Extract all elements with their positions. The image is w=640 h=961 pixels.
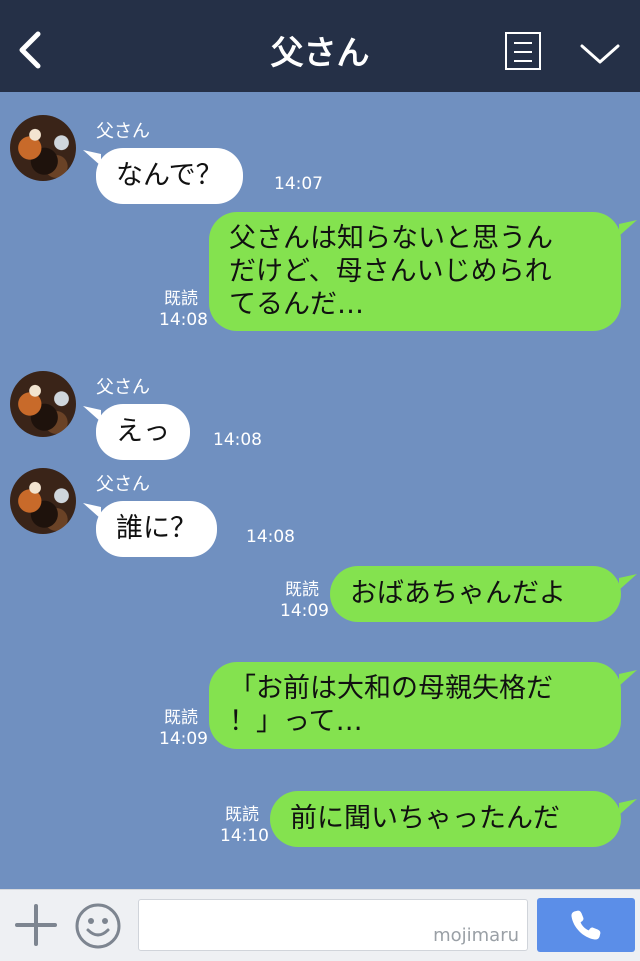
message-line: 「お前は大和の母親失格だ <box>229 673 553 704</box>
avatar[interactable] <box>10 468 76 534</box>
message-line: 前に聞いちゃったんだ <box>290 803 560 834</box>
chat-header: 父さん <box>0 0 640 92</box>
input-bar: mojimaru <box>0 889 640 961</box>
bubble-tail <box>619 574 637 590</box>
message-time: 14:07 <box>274 174 323 194</box>
message-time: 14:08 <box>246 527 295 547</box>
read-receipt: 既読 <box>164 708 198 728</box>
outgoing-message[interactable]: おばあちゃんだよ <box>330 566 621 622</box>
outgoing-message[interactable]: 父さんは知らないと思うん だけど、母さんいじめられ てるんだ… <box>209 212 621 331</box>
call-button[interactable] <box>537 898 635 952</box>
sender-name: 父さん <box>96 474 150 495</box>
menu-list-icon[interactable] <box>505 32 541 70</box>
incoming-message[interactable]: えっ <box>96 404 190 460</box>
message-line: てるんだ… <box>229 289 364 320</box>
read-receipt: 既読 <box>285 580 319 600</box>
outgoing-message[interactable]: 前に聞いちゃったんだ <box>270 791 621 847</box>
message-line: おばあちゃんだよ <box>350 578 566 609</box>
phone-icon <box>571 910 601 940</box>
message-time: 14:10 <box>220 826 269 846</box>
avatar[interactable] <box>10 115 76 181</box>
message-time: 14:08 <box>213 430 262 450</box>
message-line: ！」って… <box>229 706 363 737</box>
plus-icon[interactable] <box>14 903 58 947</box>
avatar[interactable] <box>10 371 76 437</box>
incoming-message[interactable]: 誰に？ <box>96 501 217 557</box>
message-time: 14:08 <box>159 310 208 330</box>
bubble-tail <box>619 670 637 686</box>
read-receipt: 既読 <box>164 289 198 309</box>
message-line: だけど、母さんいじめられ <box>229 256 552 287</box>
incoming-message[interactable]: なんで？ <box>96 148 243 204</box>
bubble-tail <box>619 220 637 236</box>
chat-title: 父さん <box>270 33 370 72</box>
sender-name: 父さん <box>96 121 150 142</box>
outgoing-message[interactable]: 「お前は大和の母親失格だ ！」って… <box>209 662 621 749</box>
chevron-down-icon[interactable] <box>578 36 622 68</box>
message-line: 父さんは知らないと思うん <box>229 223 553 254</box>
back-chevron-icon[interactable] <box>14 30 48 70</box>
message-time: 14:09 <box>280 601 329 621</box>
smiley-icon[interactable] <box>74 902 122 950</box>
watermark: mojimaru <box>433 925 519 946</box>
message-time: 14:09 <box>159 729 208 749</box>
message-input[interactable]: mojimaru <box>138 899 528 951</box>
bubble-tail <box>619 799 637 815</box>
read-receipt: 既読 <box>225 805 259 825</box>
message-list[interactable]: 父さん なんで？ 14:07 既読 14:08 父さんは知らないと思うん だけど… <box>0 92 640 889</box>
sender-name: 父さん <box>96 377 150 398</box>
